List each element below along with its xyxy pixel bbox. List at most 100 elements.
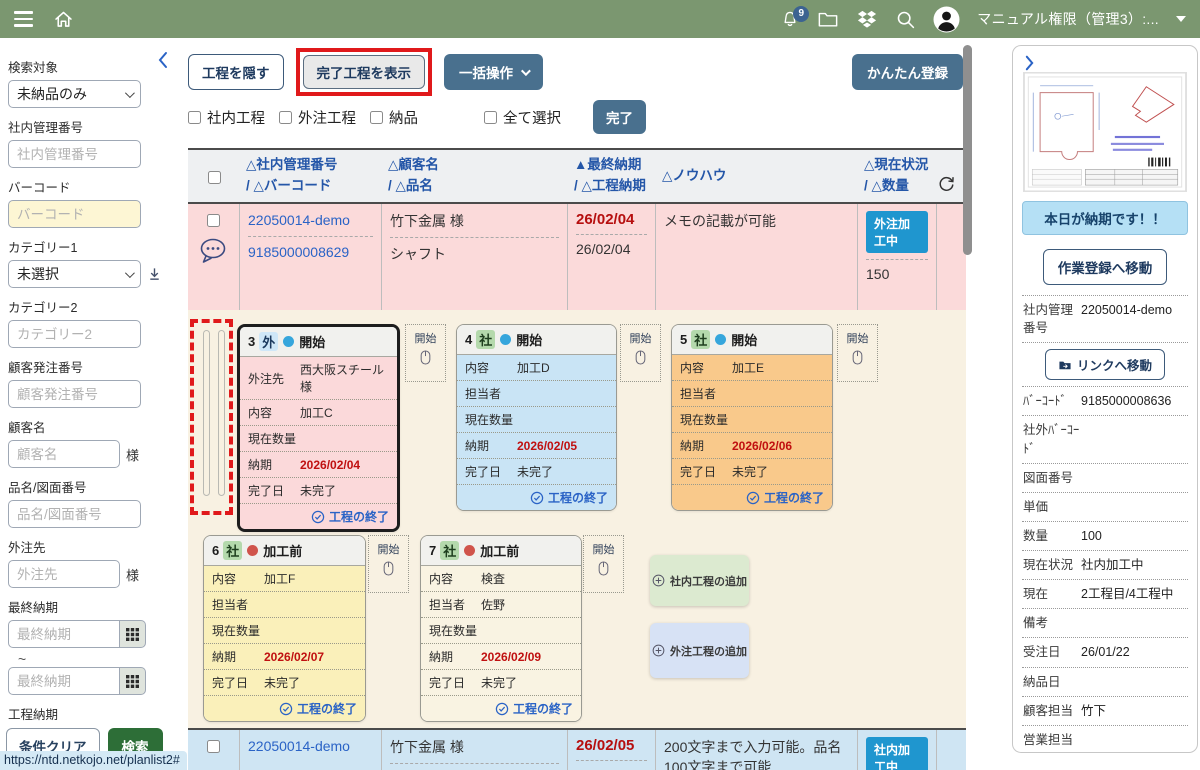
filter-internal-process[interactable]: 社内工程	[188, 107, 265, 128]
internal-id-link[interactable]: 22050014-demo	[248, 211, 373, 230]
add-external-process-button[interactable]: 外注工程の追加	[650, 623, 749, 678]
status-badge: 社内加工中	[866, 737, 928, 770]
download-to-bar-icon[interactable]	[147, 266, 162, 282]
select-caret-icon	[125, 88, 135, 98]
complete-button[interactable]: 完了	[593, 100, 646, 134]
calendar-grid-icon[interactable]	[120, 620, 146, 648]
final-due-from-input[interactable]	[8, 620, 120, 648]
caret-down-icon[interactable]	[1176, 16, 1186, 22]
subcontractor-input[interactable]	[8, 560, 120, 588]
drag-drop-target-rect[interactable]	[190, 319, 233, 515]
process-card-header: 4 社 開始	[457, 325, 616, 355]
final-due-date: 26/02/05	[576, 737, 647, 754]
table-row[interactable]: 22050014-demo 9185000008629 竹下金属 様 シャフト …	[188, 204, 966, 310]
final-due-to-input[interactable]	[8, 667, 120, 695]
folder-link-icon	[1058, 359, 1072, 371]
calendar-grid-icon[interactable]	[120, 667, 146, 695]
process-card-7[interactable]: 7 社 加工前 内容検査 担当者佐野 現在数量 納期2026/02/09 完了日…	[420, 535, 582, 722]
user-account-label[interactable]: マニュアル権限（管理3）:...	[977, 9, 1159, 29]
home-icon[interactable]	[53, 9, 74, 30]
avatar[interactable]	[933, 6, 960, 33]
end-process-link[interactable]: 工程の終了	[421, 696, 581, 721]
refresh-icon[interactable]	[937, 175, 956, 194]
col-internal-id[interactable]: △社内管理番号/ △バーコード	[240, 150, 382, 202]
col-knowhow[interactable]: △ノウハウ	[656, 150, 858, 202]
process-state: 開始	[516, 330, 542, 349]
bulk-action-button[interactable]: 一括操作	[444, 54, 543, 90]
chevron-right-icon[interactable]	[1022, 54, 1188, 72]
checkbox[interactable]	[188, 111, 201, 124]
end-process-link[interactable]: 工程の終了	[240, 504, 397, 529]
plan-list-main: 工程を隠す 完了工程を表示 一括操作 かんたん登録 社内工程 外注工程 納品 全…	[175, 38, 985, 770]
internal-id-input[interactable]	[8, 140, 141, 168]
checkbox[interactable]	[370, 111, 383, 124]
drop-start-slot[interactable]: 開始	[368, 535, 409, 593]
search-icon[interactable]	[895, 9, 916, 30]
barcode-input[interactable]	[8, 200, 141, 228]
table-row[interactable]: 22050014-demo 竹下金属 様 26/02/05 26/02/05 2…	[188, 728, 966, 770]
final-due-date: 26/02/04	[576, 211, 647, 228]
col-due[interactable]: ▲最終納期/ △工程納期	[568, 150, 656, 202]
customer-name-input[interactable]	[8, 440, 120, 468]
go-to-work-register-button[interactable]: 作業登録へ移動	[1043, 249, 1168, 285]
detail-row: 営業担当	[1022, 725, 1188, 753]
drop-start-slot[interactable]: 開始	[620, 324, 661, 382]
header-checkbox[interactable]	[208, 171, 221, 184]
divider	[248, 236, 373, 237]
process-card-zone: 3 外 開始 外注先西大阪スチール様 内容加工C 現在数量 納期2026/02/…	[188, 310, 966, 728]
knowhow-memo[interactable]: メモの記載が可能	[664, 211, 849, 231]
end-process-link[interactable]: 工程の終了	[457, 485, 616, 510]
comment-icon[interactable]	[199, 237, 229, 264]
hide-process-button[interactable]: 工程を隠す	[188, 54, 284, 90]
detail-row: 備考	[1022, 608, 1188, 637]
drop-start-slot[interactable]: 開始	[405, 324, 446, 382]
check-circle-icon	[746, 491, 760, 505]
dropbox-icon[interactable]	[856, 9, 878, 29]
barcode-label: バーコード	[8, 177, 175, 196]
add-internal-process-button[interactable]: 社内工程の追加	[650, 555, 749, 606]
filter-external-process[interactable]: 外注工程	[279, 107, 356, 128]
knowhow-memo[interactable]: 200文字まで入力可能。品名100文字まで可能	[664, 737, 849, 770]
mouse-icon	[634, 349, 647, 366]
detail-row: 社内管理番号 22050014-demo	[1022, 295, 1188, 342]
search-target-select[interactable]: 未納品のみ	[8, 80, 141, 108]
process-due-date: 26/02/04	[576, 241, 647, 257]
product-name-input[interactable]	[8, 500, 141, 528]
row-checkbox[interactable]	[207, 740, 220, 753]
go-to-link-button[interactable]: リンクへ移動	[1045, 349, 1165, 380]
col-status[interactable]: △現在状況/ △数量	[858, 150, 937, 202]
barcode-link[interactable]: 9185000008629	[248, 243, 373, 262]
filter-delivery[interactable]: 納品	[370, 107, 418, 128]
process-card-4[interactable]: 4 社 開始 内容加工D 担当者 現在数量 納期2026/02/05 完了日未完…	[456, 324, 617, 511]
plus-circle-icon	[652, 644, 665, 657]
process-card-5[interactable]: 5 社 開始 内容加工E 担当者 現在数量 納期2026/02/06 完了日未完…	[671, 324, 833, 511]
end-process-link[interactable]: 工程の終了	[672, 485, 832, 510]
process-card-3[interactable]: 3 外 開始 外注先西大阪スチール様 内容加工C 現在数量 納期2026/02/…	[237, 324, 400, 532]
category1-select[interactable]: 未選択	[8, 260, 141, 288]
drop-start-slot[interactable]: 開始	[837, 324, 878, 382]
quantity: 150	[866, 266, 928, 282]
drawing-thumbnail[interactable]	[1023, 72, 1187, 192]
vertical-scrollbar-thumb[interactable]	[963, 45, 972, 255]
col-customer[interactable]: △顧客名/ △品名	[382, 150, 568, 202]
end-process-link[interactable]: 工程の終了	[204, 696, 365, 721]
bell-icon[interactable]: 9	[780, 9, 800, 30]
category2-input[interactable]	[8, 320, 141, 348]
customer-suffix: 様	[126, 445, 139, 464]
checkbox[interactable]	[484, 111, 497, 124]
folder-icon[interactable]	[817, 9, 839, 29]
chevron-left-icon[interactable]	[155, 50, 171, 70]
internal-id-link[interactable]: 22050014-demo	[248, 737, 373, 756]
internal-id-label: 社内管理番号	[8, 117, 175, 136]
checkbox[interactable]	[279, 111, 292, 124]
category2-label: カテゴリー2	[8, 297, 175, 316]
mouse-icon	[851, 349, 864, 366]
show-completed-button[interactable]: 完了工程を表示	[303, 55, 426, 89]
easy-register-button[interactable]: かんたん登録	[852, 54, 963, 90]
drop-start-slot[interactable]: 開始	[583, 535, 624, 593]
customer-order-no-input[interactable]	[8, 380, 141, 408]
process-card-6[interactable]: 6 社 加工前 内容加工F 担当者 現在数量 納期2026/02/07 完了日未…	[203, 535, 366, 722]
hamburger-menu-icon[interactable]	[14, 11, 33, 26]
filter-select-all[interactable]: 全て選択	[484, 107, 561, 128]
row-checkbox[interactable]	[207, 214, 220, 227]
